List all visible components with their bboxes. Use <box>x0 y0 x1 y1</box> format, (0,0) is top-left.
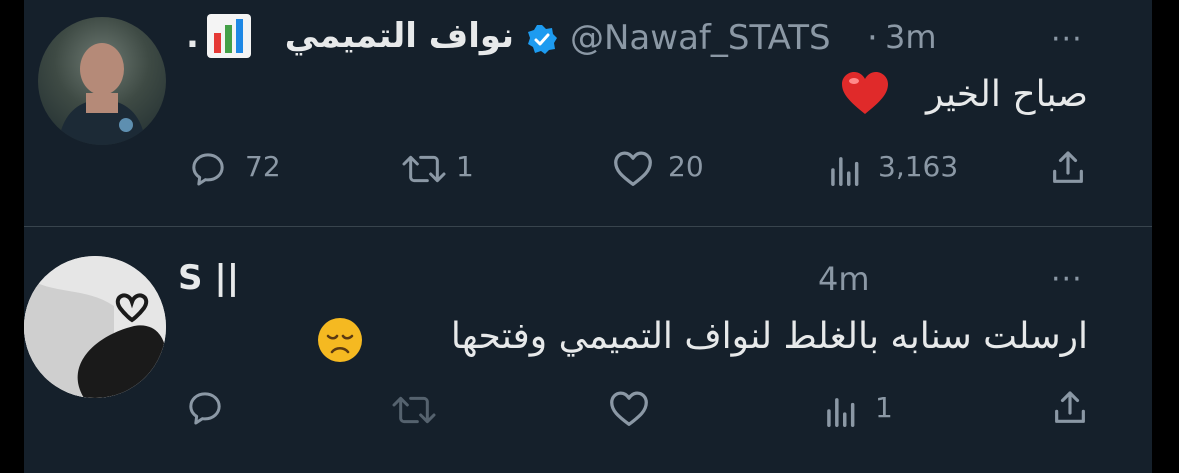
author-name[interactable]: S || <box>178 258 239 298</box>
tweet-text: ارسلت سنابه بالغلط لنواف التميمي وفتحها <box>450 316 1088 357</box>
avatar-photo <box>58 43 146 145</box>
name-prefix: . <box>186 16 199 56</box>
tweet-time[interactable]: 3m <box>885 18 937 56</box>
share-icon[interactable] <box>1048 148 1088 188</box>
avatar[interactable] <box>24 256 166 398</box>
author-name[interactable]: نواف التميمي <box>268 16 514 56</box>
more-options-button[interactable]: ··· <box>1051 22 1083 57</box>
verified-badge-icon <box>526 24 558 56</box>
retweet-icon[interactable] <box>386 390 442 430</box>
tweet-time[interactable]: 4m <box>818 260 870 298</box>
like-icon[interactable] <box>607 388 651 428</box>
retweet-icon[interactable] <box>396 149 452 189</box>
like-count: 20 <box>668 150 704 183</box>
reply-count: 72 <box>245 150 281 183</box>
chart-emoji-icon <box>206 13 252 59</box>
reply-icon[interactable] <box>188 149 228 189</box>
disappointed-face-emoji-icon <box>316 316 364 364</box>
avatar-photo <box>24 256 166 398</box>
like-icon[interactable] <box>611 148 655 188</box>
author-handle[interactable]: @Nawaf_STATS <box>570 18 831 58</box>
reply-icon[interactable] <box>185 388 225 428</box>
heart-emoji-icon <box>840 70 890 116</box>
views-count: 1 <box>875 391 893 424</box>
views-icon[interactable] <box>820 392 860 430</box>
share-icon[interactable] <box>1050 388 1090 428</box>
tweet-text: صباح الخير <box>925 74 1088 115</box>
tweet-divider <box>24 226 1152 227</box>
views-count: 3,163 <box>878 150 959 183</box>
retweet-count: 1 <box>456 150 474 183</box>
views-icon[interactable] <box>824 151 864 189</box>
handle-separator: · <box>867 18 878 58</box>
more-options-button[interactable]: ··· <box>1051 262 1083 297</box>
avatar[interactable] <box>38 17 166 145</box>
